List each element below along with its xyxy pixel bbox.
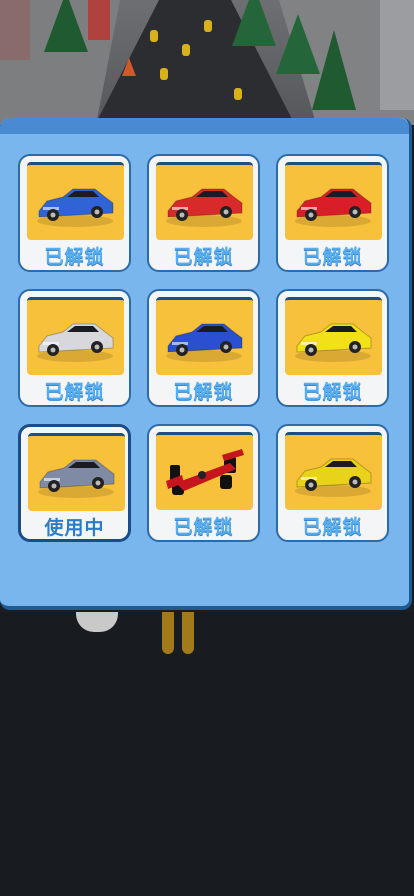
coin-icon [160, 68, 168, 80]
car-card-blue-muscle-car[interactable]: 已解锁 [18, 154, 131, 272]
car-card-gray-classic-car[interactable]: 使用中 [18, 424, 131, 542]
car-card-yellow-supercar[interactable]: 已解锁 [276, 289, 389, 407]
traffic-cone-icon [122, 58, 136, 76]
car-card-blue-coupe[interactable]: 已解锁 [147, 289, 260, 407]
yellow-supercar-icon [285, 297, 382, 375]
yellow-concept-car-icon [285, 432, 382, 510]
unlocked-label: 已解锁 [302, 246, 363, 268]
silver-supercar-icon [27, 297, 124, 375]
tree-icon [232, 0, 276, 46]
unlocked-label: 已解锁 [302, 516, 363, 538]
car-card-yellow-concept-car[interactable]: 已解锁 [276, 424, 389, 542]
red-sports-car-icon [285, 162, 382, 240]
unlocked-label: 已解锁 [173, 516, 234, 538]
car-card-red-striped-car[interactable]: 已解锁 [147, 154, 260, 272]
building [0, 0, 30, 60]
unlocked-label: 已解锁 [44, 246, 105, 268]
unlocked-label: 已解锁 [173, 246, 234, 268]
unlocked-label: 已解锁 [173, 381, 234, 403]
car-card-red-f1-car[interactable]: 已解锁 [147, 424, 260, 542]
in-use-label: 使用中 [44, 517, 105, 539]
tree-icon [44, 0, 88, 52]
gray-classic-car-icon [28, 433, 125, 511]
panel-header-strip [0, 118, 409, 134]
building [380, 0, 414, 110]
player-character [160, 612, 198, 654]
building [88, 0, 110, 40]
car-selection-panel: 已解锁 已解锁 已解锁 已解锁 已解锁 已解锁 使用中 已解锁 已解锁 [0, 118, 412, 610]
unlocked-label: 已解锁 [302, 381, 363, 403]
red-striped-car-icon [156, 162, 253, 240]
blue-muscle-car-icon [27, 162, 124, 240]
coin-icon [150, 30, 158, 42]
red-f1-car-icon [156, 432, 253, 510]
coin-icon [182, 44, 190, 56]
dark-road-foreground [0, 612, 414, 896]
unlocked-label: 已解锁 [44, 381, 105, 403]
coin-icon [204, 20, 212, 32]
car-card-red-sports-car[interactable]: 已解锁 [276, 154, 389, 272]
coin-icon [234, 88, 242, 100]
blue-coupe-icon [156, 297, 253, 375]
car-card-silver-supercar[interactable]: 已解锁 [18, 289, 131, 407]
tree-icon [312, 30, 356, 110]
